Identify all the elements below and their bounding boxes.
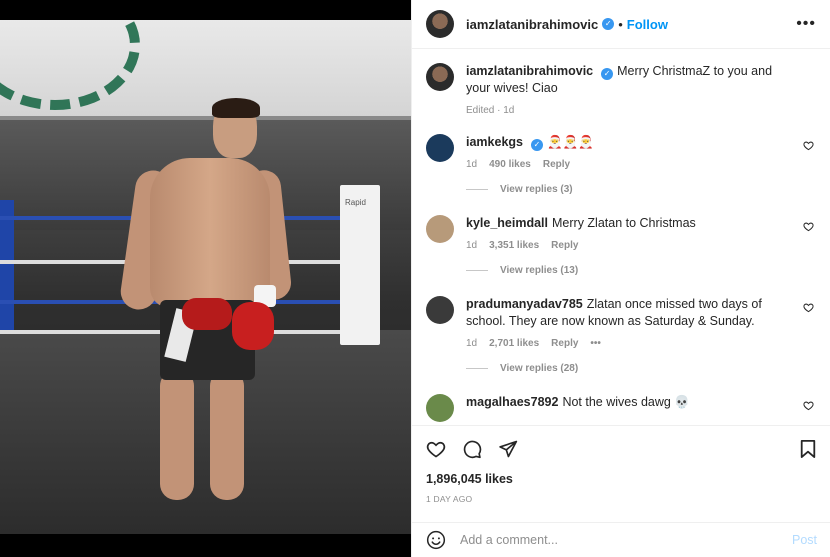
corner-post-label: Rapid bbox=[345, 198, 366, 207]
commenter-avatar[interactable] bbox=[426, 296, 454, 324]
heart-icon[interactable] bbox=[426, 439, 446, 459]
follow-button[interactable]: Follow bbox=[627, 17, 668, 32]
comment-meta: 1d 2,701 likes Reply ••• bbox=[466, 338, 792, 349]
view-replies-label: View replies (3) bbox=[500, 184, 573, 195]
comment-time: 1d bbox=[466, 338, 478, 349]
comment-text-line: magalhaes7892 Not the wives dawg 💀 bbox=[466, 394, 792, 411]
figure-torso bbox=[150, 158, 270, 308]
comment-item: kyle_heimdall Merry Zlatan to Christmas 1… bbox=[426, 215, 816, 251]
comment-body: pradumanyadav785 Zlatan once missed two d… bbox=[466, 296, 816, 349]
reply-button[interactable]: Reply bbox=[551, 240, 578, 251]
emoji-icon[interactable] bbox=[426, 530, 446, 550]
post-photo[interactable]: Rapid bbox=[0, 20, 411, 534]
comment-item: magalhaes7892 Not the wives dawg 💀 bbox=[426, 394, 816, 422]
comment-likes[interactable]: 2,701 likes bbox=[489, 338, 539, 349]
comment-like-icon[interactable] bbox=[803, 302, 814, 313]
boxing-glove bbox=[182, 298, 232, 330]
like-count[interactable]: 1,896,045 likes bbox=[426, 472, 817, 486]
comment-input[interactable] bbox=[460, 533, 792, 547]
comment-like-icon[interactable] bbox=[803, 400, 814, 411]
instagram-post-viewer: Rapid iamzlatanibrahimovic ✓ • Follow ••… bbox=[0, 0, 830, 557]
comment-time: 1d bbox=[466, 159, 478, 170]
author-avatar[interactable] bbox=[426, 63, 454, 91]
boxing-glove bbox=[232, 302, 274, 350]
comment-body: magalhaes7892 Not the wives dawg 💀 bbox=[466, 394, 816, 422]
share-icon[interactable] bbox=[498, 439, 518, 459]
comment-icon[interactable] bbox=[462, 439, 482, 459]
comment-text-line: kyle_heimdall Merry Zlatan to Christmas bbox=[466, 215, 792, 232]
caption-text-line: iamzlatanibrahimovic ✓ Merry ChristmaZ to … bbox=[466, 63, 792, 97]
comment-likes[interactable]: 490 likes bbox=[489, 159, 531, 170]
replies-line bbox=[466, 368, 488, 369]
caption-body: iamzlatanibrahimovic ✓ Merry ChristmaZ to … bbox=[466, 63, 816, 116]
ring-corner-post-white bbox=[340, 185, 380, 345]
verified-badge-icon: ✓ bbox=[602, 18, 615, 30]
view-replies-button[interactable]: View replies (13) bbox=[466, 265, 816, 276]
author-avatar[interactable] bbox=[426, 10, 454, 38]
post-caption: iamzlatanibrahimovic ✓ Merry ChristmaZ to … bbox=[426, 63, 816, 116]
comment-item: iamkekgs ✓ 🎅🎅🎅 1d 490 likes Reply bbox=[426, 134, 816, 170]
comment-composer: Post bbox=[412, 522, 830, 557]
comment-text-line: pradumanyadav785 Zlatan once missed two d… bbox=[466, 296, 792, 330]
post-header: iamzlatanibrahimovic ✓ • Follow ••• bbox=[412, 0, 830, 49]
reply-button[interactable]: Reply bbox=[551, 338, 578, 349]
verified-badge-icon: ✓ bbox=[530, 139, 543, 151]
caption-meta: Edited · 1d bbox=[466, 105, 515, 116]
view-replies-label: View replies (28) bbox=[500, 363, 579, 374]
reply-button[interactable]: Reply bbox=[543, 159, 570, 170]
commenter-avatar[interactable] bbox=[426, 215, 454, 243]
comment-time: 1d bbox=[466, 240, 478, 251]
caption-username[interactable]: iamzlatanibrahimovic bbox=[466, 64, 593, 78]
comments-list[interactable]: iamzlatanibrahimovic ✓ Merry ChristmaZ to … bbox=[412, 49, 830, 425]
view-replies-button[interactable]: View replies (3) bbox=[466, 184, 816, 195]
comment-username[interactable]: pradumanyadav785 bbox=[466, 297, 583, 311]
post-media-panel: Rapid bbox=[0, 0, 411, 557]
comment-meta: 1d 3,351 likes Reply bbox=[466, 240, 792, 251]
figure-hair bbox=[212, 98, 260, 118]
action-icon-row bbox=[426, 436, 817, 462]
post-side-panel: iamzlatanibrahimovic ✓ • Follow ••• iamz… bbox=[411, 0, 830, 557]
comment-item: pradumanyadav785 Zlatan once missed two d… bbox=[426, 296, 816, 349]
comment-like-icon[interactable] bbox=[803, 140, 814, 151]
comment-username[interactable]: kyle_heimdall bbox=[466, 216, 548, 230]
comment-text-line: iamkekgs ✓ 🎅🎅🎅 bbox=[466, 134, 792, 151]
comment-username[interactable]: magalhaes7892 bbox=[466, 395, 558, 409]
comment-body: iamkekgs ✓ 🎅🎅🎅 1d 490 likes Reply bbox=[466, 134, 816, 170]
post-date: 1 DAY AGO bbox=[426, 494, 473, 504]
bookmark-icon[interactable] bbox=[799, 439, 817, 459]
figure-leg bbox=[210, 370, 244, 500]
comment-text: Not the wives dawg 💀 bbox=[562, 395, 690, 409]
post-actions: 1,896,045 likes 1 DAY AGO bbox=[412, 425, 830, 504]
view-replies-button[interactable]: View replies (28) bbox=[466, 363, 816, 374]
comment-likes[interactable]: 3,351 likes bbox=[489, 240, 539, 251]
comment-meta: 1d 490 likes Reply bbox=[466, 159, 792, 170]
comment-text: Merry Zlatan to Christmas bbox=[552, 216, 696, 230]
post-comment-button[interactable]: Post bbox=[792, 533, 817, 547]
comment-username[interactable]: iamkekgs bbox=[466, 135, 523, 149]
view-replies-label: View replies (13) bbox=[500, 265, 579, 276]
replies-line bbox=[466, 270, 488, 271]
separator-dot: • bbox=[618, 16, 623, 32]
comment-like-icon[interactable] bbox=[803, 221, 814, 232]
author-username[interactable]: iamzlatanibrahimovic bbox=[466, 17, 598, 32]
commenter-avatar[interactable] bbox=[426, 134, 454, 162]
replies-line bbox=[466, 189, 488, 190]
comment-body: kyle_heimdall Merry Zlatan to Christmas 1… bbox=[466, 215, 816, 251]
figure-leg bbox=[160, 370, 194, 500]
verified-badge-icon: ✓ bbox=[601, 68, 614, 80]
commenter-avatar[interactable] bbox=[426, 394, 454, 422]
comment-text: 🎅🎅🎅 bbox=[546, 135, 594, 149]
more-options-icon[interactable]: ••• bbox=[796, 15, 816, 33]
comment-more-icon[interactable]: ••• bbox=[590, 338, 601, 349]
